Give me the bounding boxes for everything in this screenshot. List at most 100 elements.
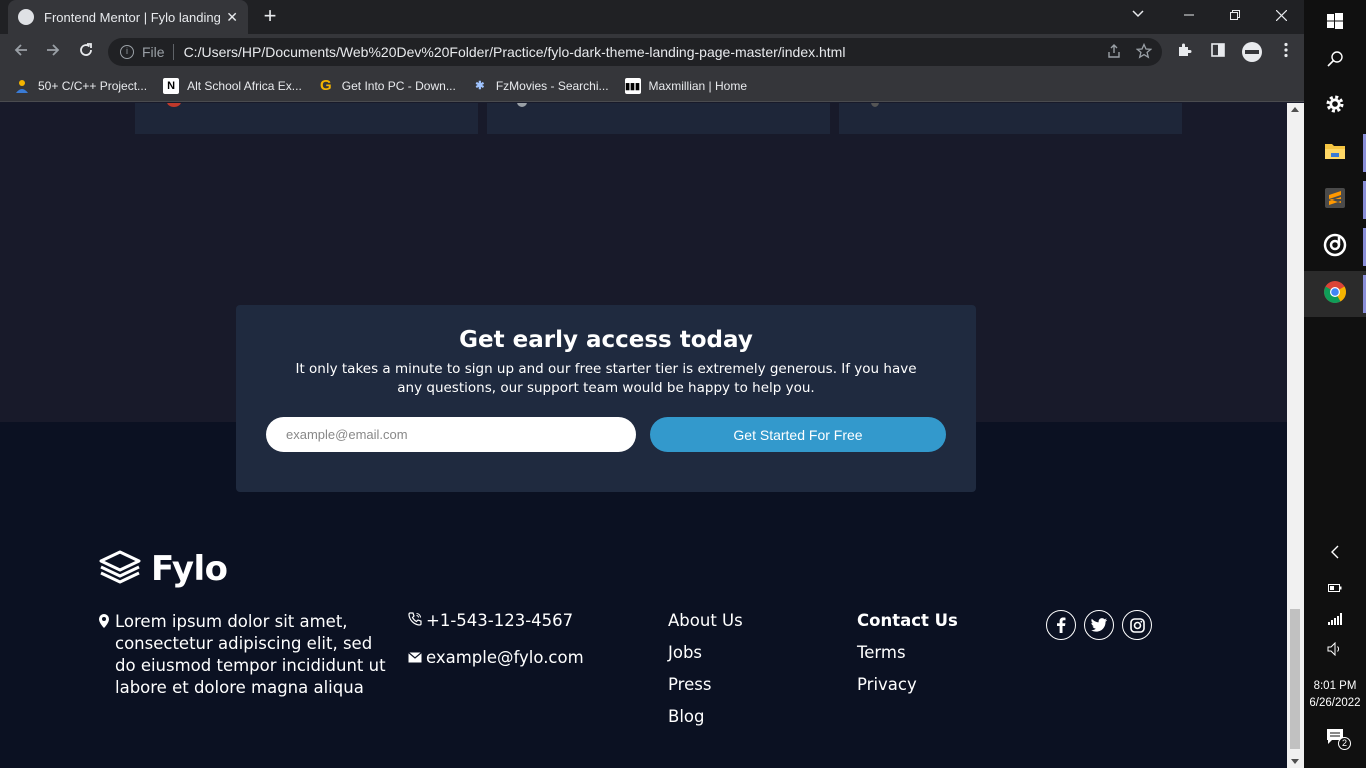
chrome-icon <box>1323 280 1347 309</box>
action-center[interactable]: 2 <box>1304 728 1366 751</box>
bookmarks-bar: 50+ C/C++ Project... N Alt School Africa… <box>0 70 1304 102</box>
footer-contact: +1-543-123-4567 example@fylo.com <box>408 611 584 667</box>
bookmark-item[interactable]: G Get Into PC - Down... <box>318 76 456 94</box>
max-icon: ▮▮▮ <box>624 77 641 94</box>
forward-icon[interactable] <box>42 41 64 63</box>
extensions-icon[interactable] <box>1174 42 1194 62</box>
facebook-icon[interactable] <box>1046 610 1076 640</box>
footer-link-press[interactable]: Press <box>668 669 743 701</box>
scroll-down-icon[interactable] <box>1291 759 1299 764</box>
sublime-text-icon <box>1324 187 1346 214</box>
email-address[interactable]: example@fylo.com <box>426 648 584 667</box>
bookmark-item[interactable]: ▮▮▮ Maxmillian | Home <box>624 77 747 94</box>
brand-name: Fylo <box>151 549 228 589</box>
page-scrollbar[interactable] <box>1287 103 1304 768</box>
feature-icon <box>517 103 527 107</box>
back-icon[interactable] <box>10 41 32 63</box>
network-icon[interactable] <box>1304 612 1366 630</box>
footer-link-blog[interactable]: Blog <box>668 701 743 733</box>
scroll-up-icon[interactable] <box>1291 107 1299 112</box>
side-panel-icon[interactable] <box>1208 42 1228 62</box>
bookmark-label: Get Into PC - Down... <box>341 78 456 93</box>
omnibox-separator <box>172 44 174 60</box>
taskbar-file-explorer[interactable] <box>1304 130 1366 176</box>
close-window-icon[interactable] <box>1258 0 1304 30</box>
footer-link-about[interactable]: About Us <box>668 605 743 637</box>
taskbar-search[interactable] <box>1304 38 1366 84</box>
address-bar[interactable]: i File C:/Users/HP/Documents/Web%20Dev%2… <box>108 38 1162 66</box>
tab-close-icon[interactable]: ✕ <box>226 9 238 26</box>
instagram-icon[interactable] <box>1122 610 1152 640</box>
email-row: example@fylo.com <box>408 648 584 667</box>
twitter-icon[interactable] <box>1084 610 1114 640</box>
share-icon[interactable] <box>1106 43 1122 62</box>
menu-icon[interactable] <box>1276 42 1296 62</box>
footer-links-col2: Contact Us Terms Privacy <box>857 605 958 701</box>
location-pin-icon <box>99 613 111 699</box>
taskbar-sublime[interactable] <box>1304 177 1366 223</box>
tab-search-icon[interactable] <box>1132 6 1144 21</box>
fz-icon: ✱ <box>475 79 485 92</box>
bookmark-star-icon[interactable] <box>1135 42 1153 62</box>
show-hidden-icons[interactable] <box>1304 545 1366 564</box>
tab-strip: Frontend Mentor | Fylo landing p ✕ + <box>0 0 1304 34</box>
volume-icon[interactable] <box>1304 641 1366 661</box>
early-access-card: Get early access today It only takes a m… <box>236 305 976 492</box>
groove-music-icon <box>1323 233 1347 262</box>
new-tab-button[interactable]: + <box>258 4 282 28</box>
windows-logo-icon <box>1327 12 1343 34</box>
footer-logo[interactable]: Fylo <box>99 549 228 589</box>
minimize-icon[interactable] <box>1166 0 1212 30</box>
bookmark-label: Alt School Africa Ex... <box>187 78 302 93</box>
search-icon <box>1327 50 1343 72</box>
bookmark-item[interactable]: N Alt School Africa Ex... <box>163 77 302 94</box>
feature-icon <box>167 103 181 107</box>
email-input[interactable] <box>266 417 636 452</box>
footer-link-contact[interactable]: Contact Us <box>857 605 958 637</box>
taskbar-chrome[interactable] <box>1304 271 1366 317</box>
notification-icon: 2 <box>1326 728 1351 751</box>
taskbar-music[interactable] <box>1304 224 1366 270</box>
scheme-label: File <box>142 44 165 60</box>
footer-link-terms[interactable]: Terms <box>857 637 958 669</box>
phone-number[interactable]: +1-543-123-4567 <box>426 611 573 630</box>
folder-icon <box>1324 142 1346 165</box>
mail-icon <box>408 648 426 667</box>
site-info-icon[interactable]: i <box>120 45 134 59</box>
g-icon: G <box>319 76 332 94</box>
taskbar-settings[interactable] <box>1304 83 1366 129</box>
phone-row: +1-543-123-4567 <box>408 611 584 630</box>
taskbar-clock[interactable]: 8:01 PM 6/26/2022 <box>1304 678 1366 712</box>
url-text[interactable]: C:/Users/HP/Documents/Web%20Dev%20Folder… <box>184 44 846 60</box>
footer-address: Lorem ipsum dolor sit amet, consectetur … <box>99 611 389 699</box>
browser-tab[interactable]: Frontend Mentor | Fylo landing p ✕ <box>8 0 248 34</box>
signup-form: Get Started For Free <box>266 417 946 452</box>
profile-icon[interactable] <box>1242 42 1262 62</box>
bookmark-item[interactable]: ✱ FzMovies - Searchi... <box>472 78 609 94</box>
cta-description: It only takes a minute to sign up and ou… <box>295 361 917 396</box>
phone-icon <box>408 611 426 630</box>
browser-toolbar: i File C:/Users/HP/Documents/Web%20Dev%2… <box>0 34 1304 70</box>
bookmark-item[interactable]: 50+ C/C++ Project... <box>14 78 147 94</box>
footer-link-jobs[interactable]: Jobs <box>668 637 743 669</box>
tab-title: Frontend Mentor | Fylo landing p <box>44 9 221 25</box>
restore-icon[interactable] <box>1212 0 1258 30</box>
clock-time: 8:01 PM <box>1313 680 1357 692</box>
get-started-button[interactable]: Get Started For Free <box>650 417 946 452</box>
window-controls <box>1166 0 1304 34</box>
bookmark-label: FzMovies - Searchi... <box>495 78 609 93</box>
footer-link-privacy[interactable]: Privacy <box>857 669 958 701</box>
social-links <box>1046 610 1152 640</box>
address-text: Lorem ipsum dolor sit amet, consectetur … <box>115 612 386 697</box>
scrollbar-thumb[interactable] <box>1290 609 1300 749</box>
battery-icon[interactable] <box>1304 580 1366 598</box>
cta-title: Get early access today <box>459 327 753 353</box>
reload-icon[interactable] <box>75 41 97 63</box>
notion-icon: N <box>163 77 180 94</box>
footer-links-col1: About Us Jobs Press Blog <box>668 605 743 733</box>
gear-icon <box>1324 93 1346 120</box>
feature-card <box>487 103 830 134</box>
fylo-logo-icon <box>99 550 141 589</box>
page-viewport: Get early access today It only takes a m… <box>0 103 1287 768</box>
feature-card <box>839 103 1182 134</box>
